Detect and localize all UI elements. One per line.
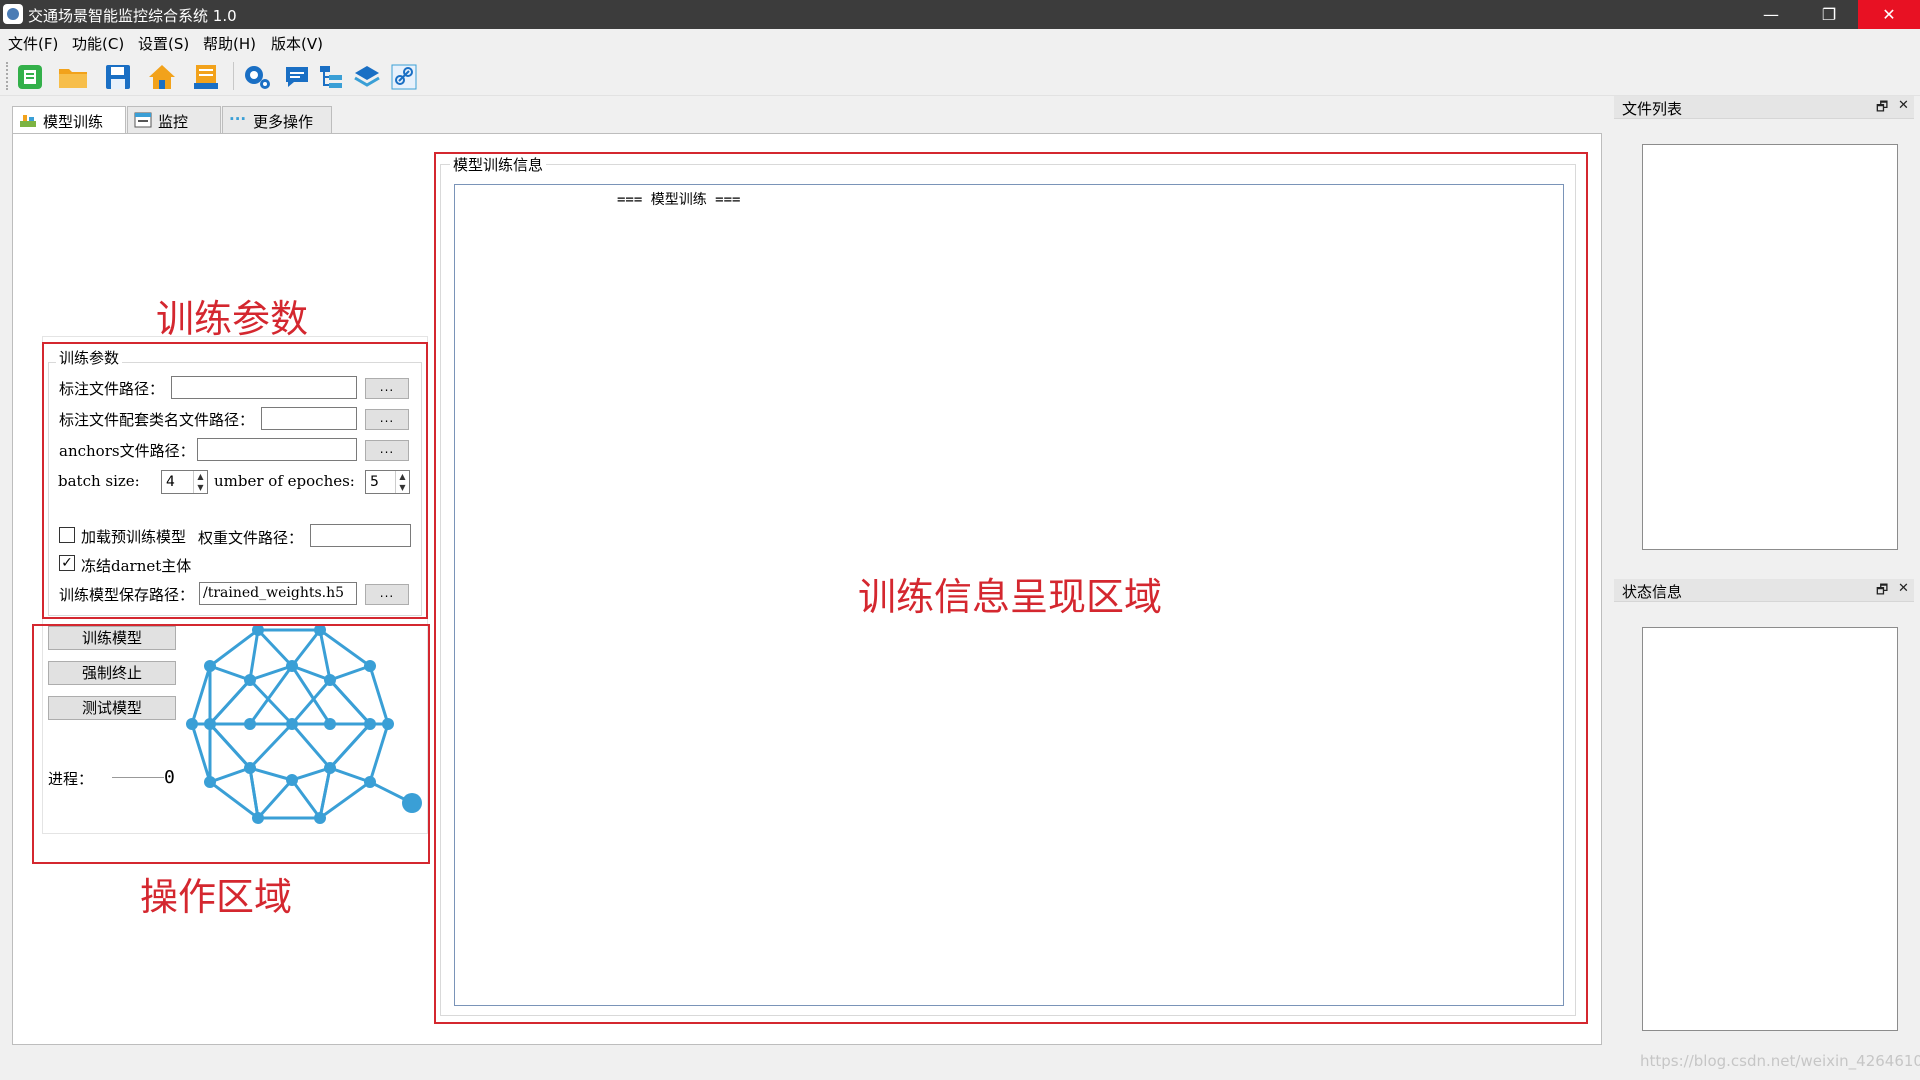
toolbar-grip[interactable] xyxy=(6,62,9,90)
file-list-dock-title: 文件列表 🗗 ✕ xyxy=(1614,96,1914,119)
app-icon xyxy=(3,4,23,24)
link-icon[interactable] xyxy=(387,62,421,92)
menu-file[interactable]: 文件(F) xyxy=(8,33,58,54)
more-icon: ··· xyxy=(229,110,247,128)
tab-model-training[interactable]: 模型训练 xyxy=(12,106,126,135)
tab-more-actions[interactable]: ··· 更多操作 xyxy=(222,106,332,134)
open-folder-icon[interactable] xyxy=(56,62,90,92)
monitor-icon xyxy=(134,112,152,128)
status-bar xyxy=(0,1058,1920,1080)
layers-icon[interactable] xyxy=(350,62,384,92)
status-dock: 状态信息 🗗 ✕ xyxy=(1614,579,1920,1039)
dock-title-text: 状态信息 xyxy=(1622,583,1683,601)
tab-label: 模型训练 xyxy=(43,113,104,131)
menu-settings[interactable]: 设置(S) xyxy=(138,33,189,54)
maximize-button[interactable]: ❐ xyxy=(1800,0,1858,29)
minimize-button[interactable]: — xyxy=(1742,0,1800,29)
annotation-operations-label: 操作区域 xyxy=(140,875,293,919)
file-list-dock: 文件列表 🗗 ✕ xyxy=(1614,96,1920,564)
hierarchy-icon[interactable] xyxy=(314,62,348,92)
menu-version[interactable]: 版本(V) xyxy=(271,33,323,54)
settings-icon[interactable] xyxy=(240,62,274,92)
dock-title-text: 文件列表 xyxy=(1622,100,1683,118)
toolbar xyxy=(0,56,1920,96)
menu-help[interactable]: 帮助(H) xyxy=(203,33,256,54)
annotation-params-box xyxy=(42,342,428,619)
close-icon[interactable]: ✕ xyxy=(1898,98,1909,113)
window-title: 交通场景智能监控综合系统 1.0 xyxy=(28,7,237,25)
tab-monitor[interactable]: 监控 xyxy=(127,106,221,134)
float-icon[interactable]: 🗗 xyxy=(1876,98,1888,120)
toolbar-separator xyxy=(233,62,234,90)
tab-label: 监控 xyxy=(158,113,189,131)
close-icon[interactable]: ✕ xyxy=(1898,581,1909,596)
file-list[interactable] xyxy=(1642,144,1898,550)
report-icon[interactable] xyxy=(189,62,223,92)
message-icon[interactable] xyxy=(280,62,314,92)
title-bar: 交通场景智能监控综合系统 1.0 — ❐ ✕ xyxy=(0,0,1920,29)
menu-bar: 文件(F) 功能(C) 设置(S) 帮助(H) 版本(V) xyxy=(0,29,1920,55)
close-button[interactable]: ✕ xyxy=(1858,0,1920,29)
annotation-info-label: 训练信息呈现区域 xyxy=(858,575,1163,619)
annotation-params-label: 训练参数 xyxy=(156,297,309,341)
watermark-text: https://blog.csdn.net/weixin_42646103 xyxy=(1640,1052,1920,1070)
save-icon[interactable] xyxy=(101,62,135,92)
menu-function[interactable]: 功能(C) xyxy=(72,33,124,54)
model-train-icon xyxy=(19,112,37,128)
annotation-operations-box xyxy=(32,624,430,864)
tab-label: 更多操作 xyxy=(253,113,314,131)
home-icon[interactable] xyxy=(145,62,179,92)
status-list[interactable] xyxy=(1642,627,1898,1031)
status-dock-title: 状态信息 🗗 ✕ xyxy=(1614,579,1914,602)
new-file-icon[interactable] xyxy=(13,62,47,92)
float-icon[interactable]: 🗗 xyxy=(1876,581,1888,603)
